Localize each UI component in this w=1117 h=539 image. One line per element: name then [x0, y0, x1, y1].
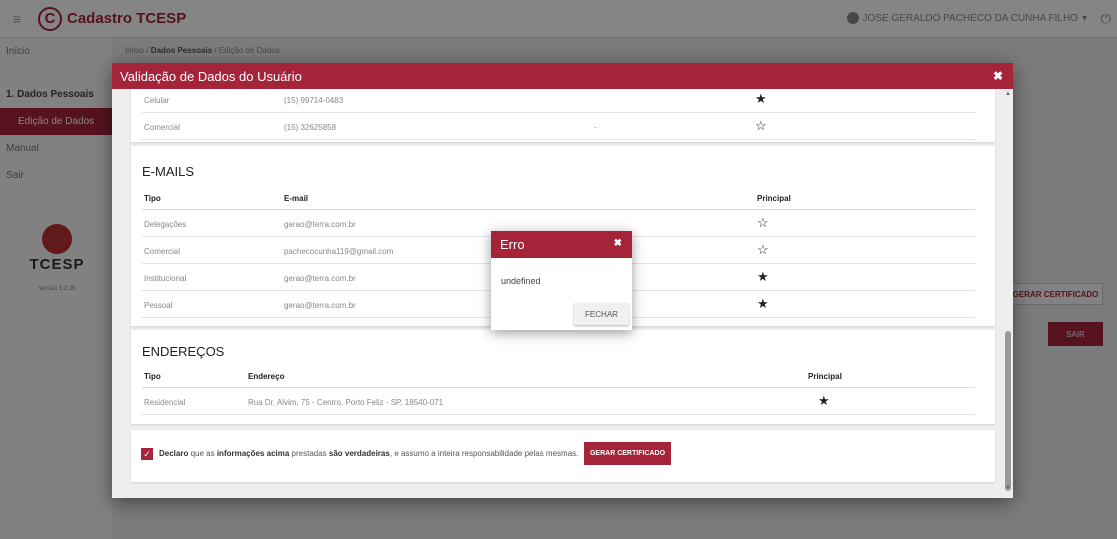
header-endereco: Endereço	[248, 372, 285, 381]
emails-section-title: E-MAILS	[142, 164, 195, 179]
star-filled-icon[interactable]: ★	[755, 91, 767, 107]
header-tipo: Tipo	[144, 372, 161, 381]
fechar-button[interactable]: FECHAR	[574, 303, 629, 325]
emails-table-header: Tipo E-mail Principal	[142, 190, 975, 210]
scrollbar-thumb[interactable]	[1005, 331, 1011, 491]
star-empty-icon[interactable]: ☆	[757, 215, 769, 231]
gerar-certificado-button[interactable]: GERAR CERTIFICADO	[584, 442, 671, 465]
header-principal: Principal	[757, 194, 791, 203]
phones-card: Celular (15) 99714-0483 ★ Comercial (15)…	[131, 89, 995, 142]
star-empty-icon[interactable]: ☆	[755, 118, 767, 134]
modal-header: Validação de Dados do Usuário	[112, 63, 1013, 89]
address-text: Rua Dr. Alvim, 75 - Centro, Porto Feliz …	[248, 398, 444, 407]
declaration-text: Declaro que as informações acima prestad…	[159, 449, 579, 458]
scroll-down-icon[interactable]: ▼	[1005, 485, 1011, 491]
addresses-card: ENDEREÇOS Tipo Endereço Principal Reside…	[131, 330, 995, 424]
table-row: Residencial Rua Dr. Alvim, 75 - Centro, …	[142, 388, 975, 415]
star-filled-icon[interactable]: ★	[757, 296, 769, 312]
phone-type: Celular	[144, 96, 170, 105]
email-address: gerao@terra.com.br	[284, 301, 356, 310]
header-principal: Principal	[808, 372, 842, 381]
phone-type: Comercial	[144, 123, 181, 132]
star-empty-icon[interactable]: ☆	[757, 242, 769, 258]
email-type: Pessoal	[144, 301, 173, 310]
error-dialog-title: Erro	[500, 237, 525, 252]
email-address: gerao@terra.com.br	[284, 274, 356, 283]
email-address: pachecocunha119@gmail.com	[284, 247, 394, 256]
header-email: E-mail	[284, 194, 309, 203]
modal-scrollbar[interactable]: ▲ ▼	[1005, 91, 1011, 491]
error-message: undefined	[501, 276, 541, 286]
email-address: gerao@terra.com.br	[284, 220, 356, 229]
error-dialog: Erro ✖ undefined FECHAR	[491, 231, 632, 330]
email-type: Delegações	[144, 220, 187, 229]
phone-number: (15) 99714-0483	[284, 96, 344, 105]
addresses-table-header: Tipo Endereço Principal	[142, 368, 975, 388]
email-type: Comercial	[144, 247, 181, 256]
addresses-section-title: ENDEREÇOS	[142, 344, 225, 359]
declaration-card: ✓ Declaro que as informações acima prest…	[131, 430, 995, 482]
scroll-up-icon[interactable]: ▲	[1005, 91, 1011, 97]
phone-extra: -	[594, 123, 597, 132]
modal-title: Validação de Dados do Usuário	[120, 68, 302, 84]
table-row: Celular (15) 99714-0483 ★	[142, 89, 975, 113]
star-filled-icon[interactable]: ★	[818, 393, 830, 409]
header-tipo: Tipo	[144, 194, 161, 203]
error-dialog-header: Erro	[491, 231, 632, 258]
declaration-checkbox[interactable]: ✓	[141, 448, 153, 460]
close-icon[interactable]: ✖	[614, 238, 622, 249]
phone-number: (15) 32625858	[284, 123, 337, 132]
table-row: Comercial (15) 32625858 - ☆	[142, 113, 975, 140]
address-type: Residencial	[144, 398, 186, 407]
email-type: Institucional	[144, 274, 187, 283]
star-filled-icon[interactable]: ★	[757, 269, 769, 285]
close-icon[interactable]: ✖	[993, 69, 1003, 83]
